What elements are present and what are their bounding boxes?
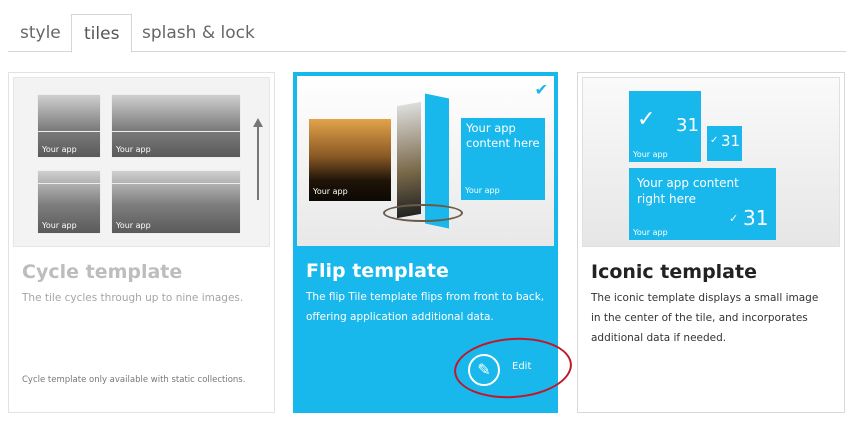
tile-label: Your app bbox=[633, 150, 668, 159]
iconic-small-tile: ✓ 31 bbox=[707, 126, 742, 161]
card-title: Flip template bbox=[306, 260, 449, 282]
tile-content-text: Your app content right here bbox=[637, 176, 739, 206]
horizon-line bbox=[112, 183, 240, 184]
flip-front-tile: Your app bbox=[309, 119, 391, 201]
tile-label: Your app bbox=[465, 186, 500, 195]
card-description: The flip Tile template flips from front … bbox=[306, 291, 545, 323]
iconic-medium-tile: ✓ 31 Your app bbox=[629, 91, 701, 162]
cycle-preview-tile: Your app bbox=[37, 170, 101, 234]
flip-preview: ✔ Your app Your app content here Your ap… bbox=[297, 76, 554, 246]
card-title: Cycle template bbox=[22, 261, 183, 283]
check-badge-icon: ✓ bbox=[637, 107, 656, 132]
tile-label: Your app bbox=[116, 221, 151, 230]
iconic-preview: ✓ 31 Your app ✓ 31 Your app content righ… bbox=[582, 77, 840, 247]
edit-label[interactable]: Edit bbox=[512, 361, 531, 372]
tile-label: Your app bbox=[42, 145, 77, 154]
card-description: The tile cycles through up to nine image… bbox=[22, 292, 244, 304]
check-badge-icon: ✓ bbox=[710, 135, 719, 146]
tile-count: 31 bbox=[721, 132, 741, 150]
check-badge-icon: ✓ bbox=[729, 212, 739, 225]
tab-bar: style tiles splash & lock bbox=[8, 14, 846, 53]
edit-button[interactable]: ✎ bbox=[452, 333, 574, 403]
horizon-line bbox=[112, 131, 240, 132]
cycle-template-card[interactable]: Your app Your app Your app Your app Cycl… bbox=[8, 72, 275, 413]
cycle-preview: Your app Your app Your app Your app bbox=[13, 77, 270, 247]
tile-count: 31 bbox=[676, 115, 699, 136]
cycle-preview-tile: Your app bbox=[111, 94, 241, 158]
cycle-preview-tile: Your app bbox=[37, 94, 101, 158]
cycle-preview-tile: Your app bbox=[111, 170, 241, 234]
checkmark-icon: ✔ bbox=[534, 80, 548, 99]
tile-label: Your app bbox=[116, 145, 151, 154]
tab-splash-lock[interactable]: splash & lock bbox=[130, 14, 267, 52]
tab-tiles[interactable]: tiles bbox=[71, 14, 133, 53]
iconic-wide-tile: Your app content right here ✓ 31 Your ap… bbox=[629, 168, 776, 240]
tile-label: Your app bbox=[313, 187, 348, 196]
flip-panel-back bbox=[397, 101, 421, 219]
arrow-up-icon bbox=[253, 118, 263, 200]
tile-label: Your app bbox=[633, 228, 668, 237]
card-title: Iconic template bbox=[591, 261, 757, 283]
rotation-arrow-icon bbox=[383, 204, 463, 222]
iconic-template-card[interactable]: ✓ 31 Your app ✓ 31 Your app content righ… bbox=[577, 72, 845, 413]
card-note: Cycle template only available with stati… bbox=[22, 375, 246, 385]
flip-template-card[interactable]: ✔ Your app Your app content here Your ap… bbox=[293, 72, 574, 413]
horizon-line bbox=[38, 131, 100, 132]
horizon-line bbox=[38, 183, 100, 184]
tile-count: 31 bbox=[743, 206, 769, 230]
flip-back-tile: Your app content here Your app bbox=[461, 118, 545, 200]
tile-label: Your app bbox=[42, 221, 77, 230]
tile-content-text: Your app content here bbox=[466, 121, 540, 150]
card-description: The iconic template displays a small ima… bbox=[591, 292, 819, 344]
tab-style[interactable]: style bbox=[8, 14, 73, 52]
